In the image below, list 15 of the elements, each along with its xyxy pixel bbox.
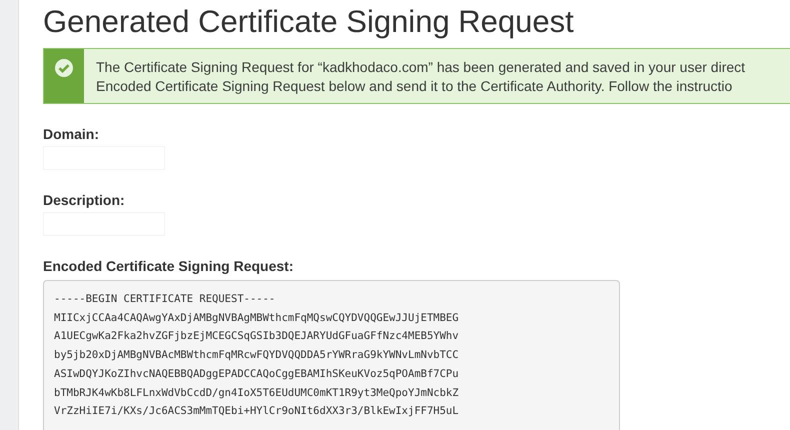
code-line: by5jb20xDjAMBgNVBAcMBWthcmFqMRcwFQYDVQQDDA5rYWRraG9kYWNvLmNvbTCC — [54, 348, 459, 364]
field-label: Description: — [43, 192, 125, 208]
field-label: Domain: — [43, 126, 99, 142]
page-title: Generated Certificate Signing Request — [43, 3, 575, 41]
check-circle-icon — [54, 58, 74, 78]
alert-message: Encoded Certificate Signing Request below and send it to the Certificate Authority. Follow the instructio — [96, 77, 732, 96]
field-label: Encoded Certificate Signing Request: — [43, 258, 294, 274]
csr-textarea[interactable] — [43, 280, 620, 430]
code-line: ASIwDQYJKoZIhvcNAQEBBQADggEPADCCAQoCggEBAMIhSKeuKVoz5qPOAmBf7CPu — [54, 366, 459, 382]
code-line: MIICxjCCAa4CAQAwgYAxDjAMBgNVBAgMBWthcmFqMQswCQYDVQQGEwJJUjETMBEG — [54, 310, 459, 326]
code-line: A1UECgwKa2Fka2hvZGFjbzEjMCEGCSqGSIb3DQEJARYUdGFuaGFfNzc4MEB5YWhv — [54, 329, 459, 344]
alert-message: The Certificate Signing Request for “kadkhodaco.com” has been generated and saved in your user direct — [96, 58, 746, 77]
code-line: -----BEGIN CERTIFICATE REQUEST----- — [54, 292, 276, 307]
code-line: VrZzHiIE7i/KXs/Jc6ACS3mMmTQEbi+HYlCr9oNIt6dXX3r3/BlkEwIxjFF7H5uL — [54, 404, 459, 420]
code-line: bTMbRJK4wKb8LFLnxWdVbCcdD/gn4IoX5T6EUdUMC0mKT1R9yt3MeQpoYJmNcbkZ — [54, 386, 459, 401]
